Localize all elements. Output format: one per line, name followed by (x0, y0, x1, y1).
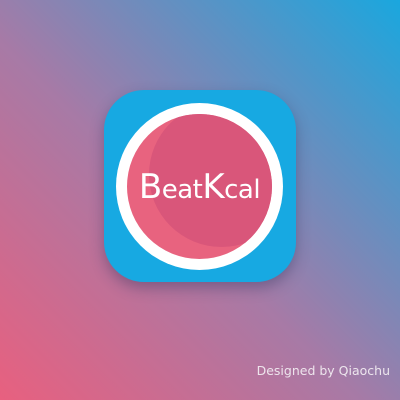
wordmark-initial-k: K (202, 166, 225, 207)
designer-credit: Designed by Qiaochu (256, 363, 390, 378)
beatkcal-app-icon: BeatKcal (104, 90, 296, 282)
poster-canvas: BeatKcal Designed by Qiaochu (0, 0, 400, 400)
app-wordmark: BeatKcal (127, 167, 272, 207)
icon-inner-disc: BeatKcal (127, 114, 272, 259)
wordmark-rest-eat: eat (161, 174, 203, 205)
wordmark-initial-b: B (138, 166, 162, 207)
icon-outer-ring: BeatKcal (116, 103, 283, 270)
wordmark-rest-cal: cal (224, 174, 261, 205)
